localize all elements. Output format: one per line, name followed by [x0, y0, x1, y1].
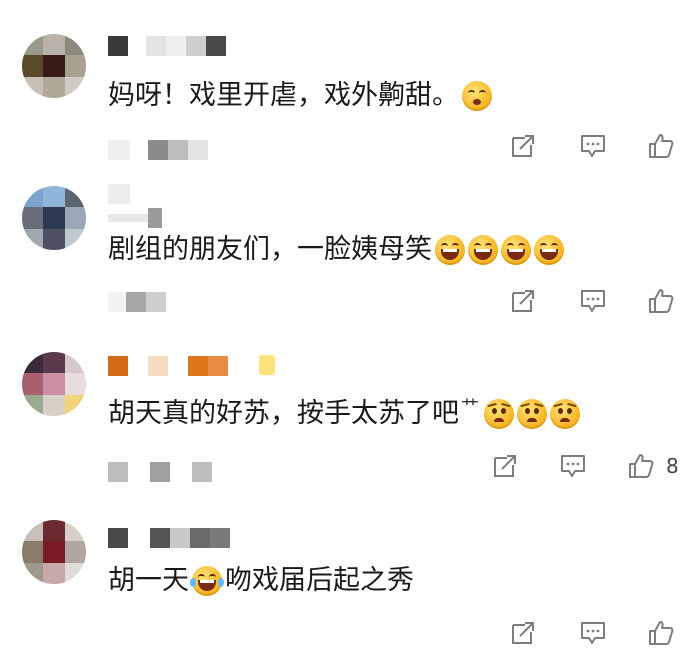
- like-button[interactable]: [646, 619, 676, 647]
- comment-button[interactable]: [578, 287, 608, 315]
- avatar[interactable]: [22, 352, 86, 416]
- grin-emoji-icon: [468, 235, 498, 265]
- comment-text-part: 剧组的朋友们，一脸姨母笑: [108, 234, 432, 265]
- comment-text-part: 吻戏届后起之秀: [225, 565, 414, 596]
- comment-icon: [581, 290, 605, 312]
- like-count: 8: [666, 454, 679, 478]
- comment-icon: [581, 135, 605, 157]
- grin-emoji-icon: [501, 235, 531, 265]
- comment-text-part: 胡天真的好苏，按手太苏了吧: [108, 398, 459, 429]
- vip-badge-icon: [259, 355, 275, 375]
- comment-text: 胡天真的好苏，按手太苏了吧 艹: [108, 396, 580, 432]
- comment-button[interactable]: [578, 619, 608, 647]
- repost-button[interactable]: [490, 452, 520, 480]
- repost-icon: [512, 135, 534, 157]
- repost-button[interactable]: [508, 287, 538, 315]
- sad-emoji-icon: [550, 399, 580, 429]
- comment-actions: 8: [0, 452, 700, 480]
- like-button[interactable]: [646, 132, 676, 160]
- username[interactable]: [108, 356, 228, 376]
- comment-text-part: 艹: [461, 397, 479, 418]
- shy-emoji-icon: [462, 81, 492, 111]
- username[interactable]: [108, 184, 130, 204]
- grin-emoji-icon: [435, 235, 465, 265]
- comment-icon: [581, 622, 605, 644]
- repost-button[interactable]: [508, 619, 538, 647]
- grin-emoji-icon: [534, 235, 564, 265]
- repost-icon: [494, 455, 516, 477]
- comment-button[interactable]: [558, 452, 588, 480]
- username[interactable]: [108, 36, 226, 56]
- comment-text: 妈呀！戏里开虐，戏外齁甜。: [108, 78, 492, 114]
- like-icon: [649, 289, 674, 313]
- avatar[interactable]: [22, 34, 86, 98]
- comment-actions: [0, 619, 700, 647]
- repost-icon: [512, 290, 534, 312]
- comment-text-part: 胡一天: [108, 565, 189, 596]
- comment-text: 胡一天 吻戏届后起之秀: [108, 563, 414, 599]
- username[interactable]: [108, 528, 230, 548]
- like-button[interactable]: [626, 452, 656, 480]
- laugh-cry-emoji-icon: [190, 566, 224, 596]
- repost-icon: [512, 622, 534, 644]
- like-icon: [649, 621, 674, 645]
- like-button[interactable]: [646, 287, 676, 315]
- comment-text: 剧组的朋友们，一脸姨母笑: [108, 232, 564, 268]
- avatar[interactable]: [22, 520, 86, 584]
- sad-emoji-icon: [484, 399, 514, 429]
- avatar[interactable]: [22, 186, 86, 250]
- comment-actions: [0, 287, 700, 315]
- comment-text-part: 妈呀！戏里开虐，戏外齁甜。: [108, 80, 459, 111]
- comment-button[interactable]: [578, 132, 608, 160]
- comment-icon: [561, 455, 585, 477]
- repost-button[interactable]: [508, 132, 538, 160]
- sad-emoji-icon: [517, 399, 547, 429]
- like-icon: [649, 134, 674, 158]
- comment-actions: [0, 132, 700, 160]
- like-icon: [629, 454, 654, 478]
- username[interactable]: [108, 208, 162, 228]
